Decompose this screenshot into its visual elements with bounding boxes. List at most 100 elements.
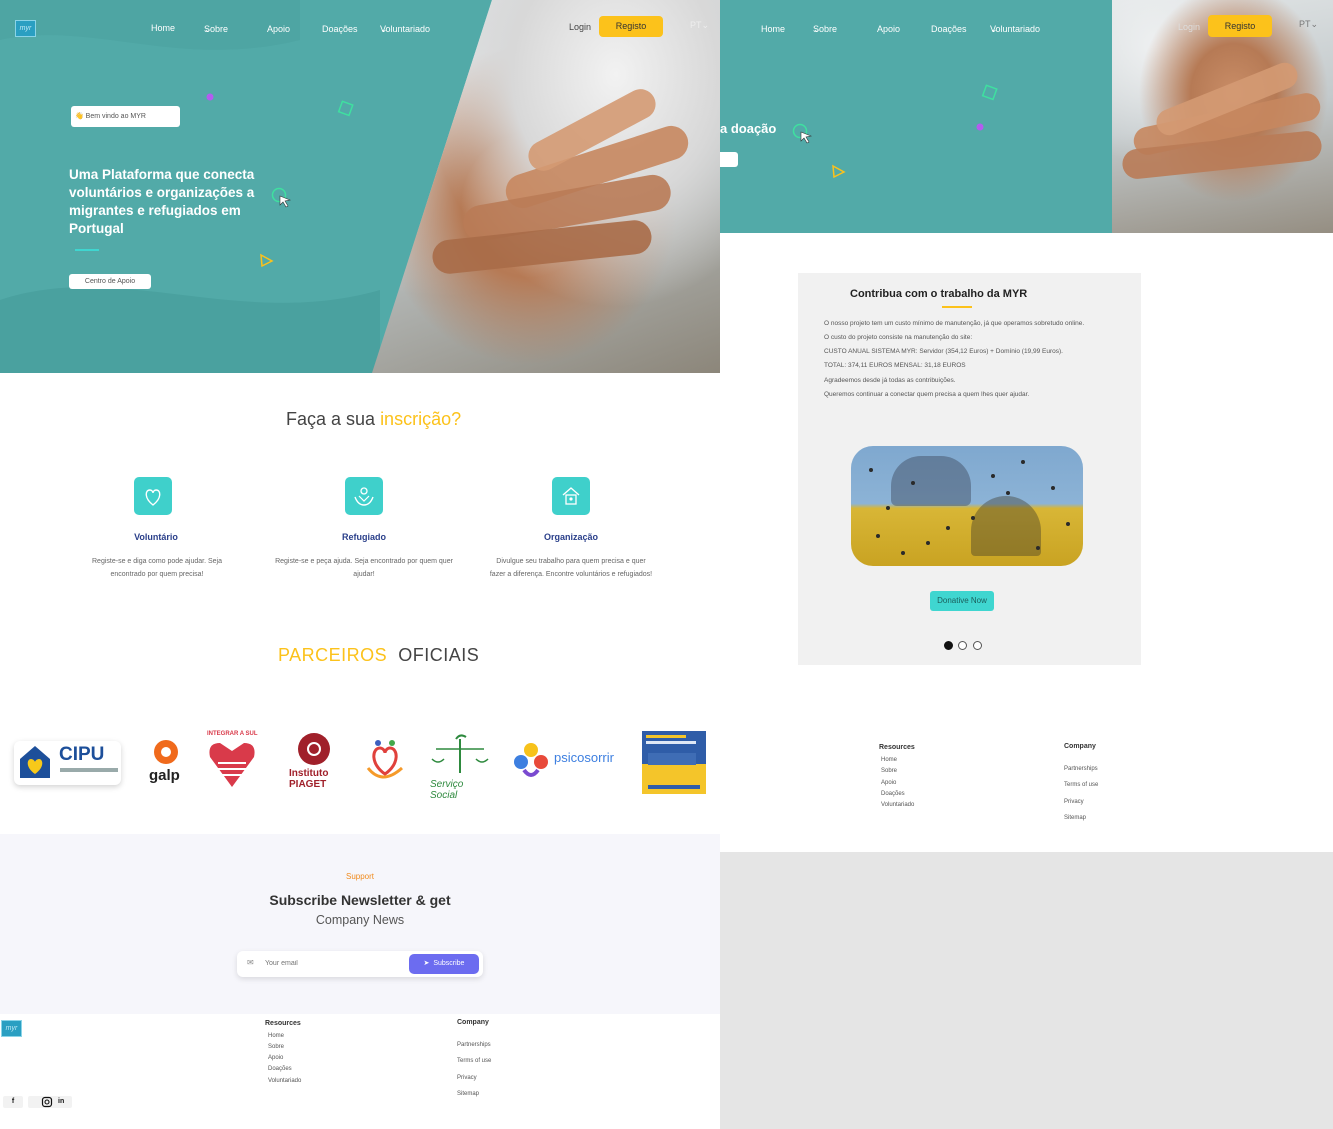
footer-link-terms[interactable]: Terms of use [1064,782,1098,788]
newsletter-form: ✉ ➤ Subscribe [237,951,483,977]
footer-company-title: Company [1064,743,1096,750]
footer-company-title: Company [457,1019,489,1026]
partner-logo-cipu[interactable]: CIPU [14,741,121,785]
nav-home[interactable]: Home [761,24,785,34]
feature-title-organizacao: Organização [543,532,599,542]
registo-button[interactable]: Registo [599,16,663,37]
purple-dot-icon [976,123,984,131]
footer-link-partnerships[interactable]: Partnerships [1064,766,1098,772]
newsletter-email-input[interactable] [265,960,395,967]
partner-logo-integrar-a-sul[interactable]: INTEGRAR A SUL [204,731,260,789]
nav-apoio[interactable]: Apoio [267,24,290,34]
galp-mark-icon [154,740,178,764]
partner-logo-servico-social[interactable]: Serviço Social [428,733,492,801]
contribution-card: Contribua com o trabalho da MYR O nosso … [798,273,1141,665]
registo-button[interactable]: Registo [1208,15,1272,37]
mail-icon: ✉ [247,958,254,967]
language-selector[interactable]: PT⌄ [1299,19,1318,30]
partner-logo-psicosorrir[interactable]: psicosorrir [510,740,622,782]
footer-resources-title: Resources [265,1020,301,1027]
hero-underline [75,249,99,251]
carousel-dot-1[interactable] [944,641,953,650]
footer-logo[interactable]: myr [1,1020,22,1037]
send-icon: ➤ [423,960,430,967]
contribution-text-line: CUSTO ANUAL SISTEMA MYR: Servidor (354,1… [824,348,1063,355]
chevron-down-icon: ⌄ [380,24,388,34]
scales-icon [431,734,489,773]
footer-link-doacoes[interactable]: Doações [881,791,905,797]
cursor-icon [792,123,813,144]
donate-now-button[interactable]: Donative Now [930,591,994,611]
chevron-down-icon: ⌄ [813,24,821,34]
newsletter-title: Subscribe Newsletter & get [269,892,451,908]
purple-dot-icon [206,93,214,101]
linkedin-icon[interactable]: in [58,1096,64,1108]
chevron-down-icon: ⌄ [701,20,710,30]
newsletter-subtitle: Company News [315,913,405,927]
partner-logo-galp[interactable]: galp [148,737,186,787]
heart-hands-icon [366,740,404,779]
login-link[interactable]: Login [1178,22,1200,32]
partner-logo-ukraine-flyer[interactable] [642,731,706,794]
cipu-house-icon [20,746,50,778]
contribution-text-line: Queremos continuar a conectar quem preci… [824,391,1030,398]
footer-link-privacy[interactable]: Privacy [457,1075,477,1081]
chevron-down-icon: ⌄ [1310,19,1319,29]
nav-apoio[interactable]: Apoio [877,24,900,34]
site-logo[interactable]: myr [15,20,36,37]
footer-link-sitemap[interactable]: Sitemap [1064,815,1086,821]
footer-link-voluntariado[interactable]: Voluntariado [881,802,914,808]
feature-title-voluntario: Voluntário [134,532,178,542]
feature-title-refugiado: Refugiado [342,532,386,542]
login-link[interactable]: Login [569,22,591,32]
organization-icon[interactable] [552,477,590,515]
footer-link-sobre[interactable]: Sobre [268,1044,284,1050]
footer-link-home[interactable]: Home [268,1033,284,1039]
social-group: in [28,1096,72,1108]
triangle-icon [260,253,274,268]
subscribe-button[interactable]: ➤ Subscribe [409,954,479,974]
volunteer-heart-icon[interactable] [134,477,172,515]
feature-desc-refugiado: Registe-se e peça ajuda. Seja encontrado… [275,558,453,578]
newsletter-support-label: Support [345,872,375,881]
partner-logo-heart-hands[interactable] [362,734,408,786]
language-selector[interactable]: PT⌄ [690,20,709,31]
hero-partial-button[interactable] [720,152,738,167]
nav-doacoes[interactable]: Doações [322,24,358,34]
piaget-circle-icon [298,733,330,765]
partners-title: PARCEIROS OFICIAIS [278,645,480,665]
hero-section-scrolled [720,0,1112,233]
main-page-left: myr Home Sobre ⌄ Apoio Doações Voluntari… [0,0,720,1129]
footer-link-apoio[interactable]: Apoio [881,780,896,786]
nav-doacoes[interactable]: Doações [931,24,967,34]
refugee-hands-icon[interactable] [345,477,383,515]
hero-partial-text: a doação [720,121,777,136]
footer-link-doacoes[interactable]: Doações [268,1066,292,1072]
footer-link-partnerships[interactable]: Partnerships [457,1042,491,1048]
carousel-dot-2[interactable] [958,641,967,650]
footer-link-privacy[interactable]: Privacy [1064,799,1084,805]
chevron-down-icon: ⌄ [990,24,998,34]
footer-link-voluntariado[interactable]: Voluntariado [268,1078,301,1084]
nav-home[interactable]: Home [151,23,175,33]
signup-title: Faça a sua inscrição? [286,409,462,429]
facebook-icon[interactable]: f [3,1096,23,1108]
footer-resources-title: Resources [879,744,915,751]
footer-link-apoio[interactable]: Apoio [268,1055,283,1061]
contribution-text-line: O nosso projeto tem um custo mínimo de m… [824,320,1085,327]
welcome-badge: 👋 Bem vindo ao MYR [71,106,180,127]
instagram-icon[interactable] [41,1096,53,1108]
psicosorrir-flower-icon [514,743,548,777]
centro-de-apoio-button[interactable]: Centro de Apoio [69,274,151,289]
footer-link-sobre[interactable]: Sobre [881,768,897,774]
carousel-dot-3[interactable] [973,641,982,650]
diamond-icon [337,100,354,117]
partner-logo-instituto-piaget[interactable]: Instituto PIAGET [287,731,341,793]
footer-link-sitemap[interactable]: Sitemap [457,1091,479,1097]
footer-link-terms[interactable]: Terms of use [457,1058,491,1064]
feature-desc-organizacao: Divulgue seu trabalho para quem precisa … [489,558,653,578]
contribution-underline [942,306,972,308]
feature-desc-voluntario: Registe-se e diga como pode ajudar. Seja… [92,558,222,578]
contribution-title: Contribua com o trabalho da MYR [850,288,1028,300]
footer-link-home[interactable]: Home [881,757,897,763]
